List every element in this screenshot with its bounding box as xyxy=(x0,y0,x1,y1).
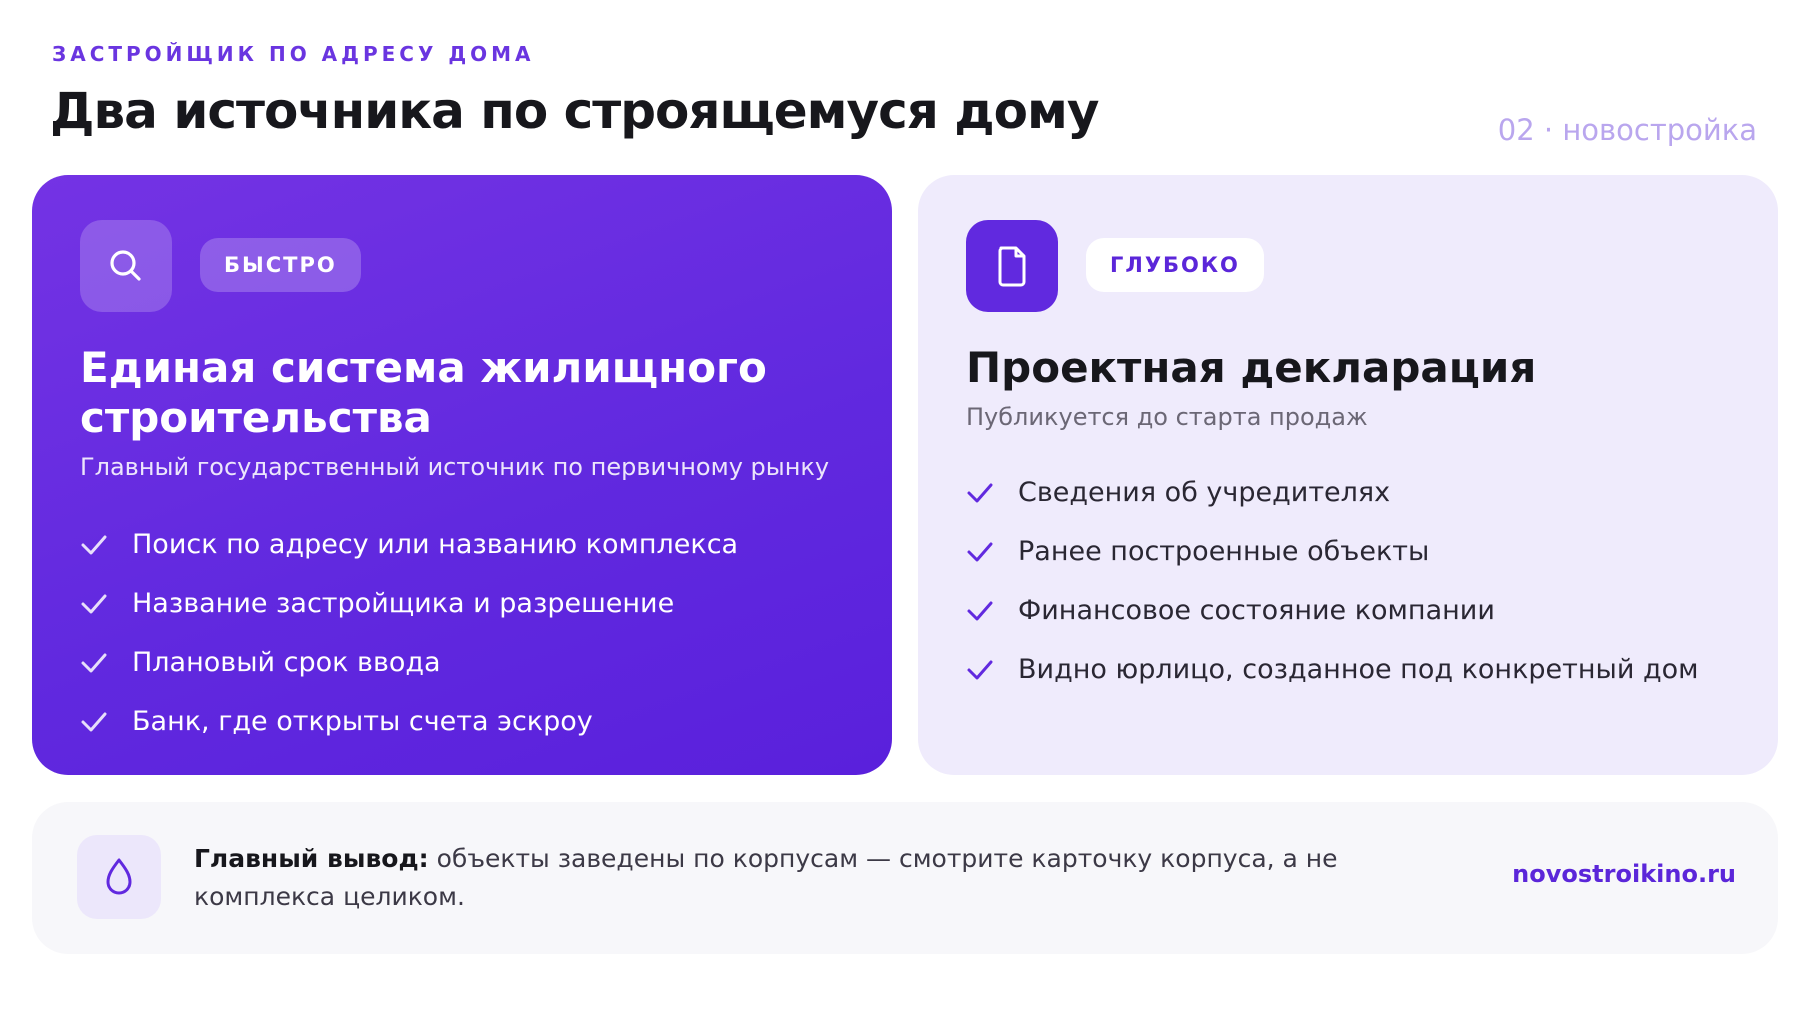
slide-meta: 02 · новостройка xyxy=(1497,113,1757,147)
page-title: Два источника по строящемуся дому xyxy=(50,82,1099,140)
drop-icon-box xyxy=(77,835,161,919)
conclusion-lead: Главный вывод: xyxy=(194,844,429,873)
card-edinaya-sistema: БЫСТРО Единая система жилищного строител… xyxy=(32,175,892,775)
check-icon xyxy=(80,530,132,560)
check-icon xyxy=(966,655,1018,685)
card-subtitle: Публикуется до старта продаж xyxy=(966,403,1368,431)
drop-icon xyxy=(106,858,132,895)
check-icon xyxy=(80,589,132,619)
feature-list: Поиск по адресу или названию комплекса Н… xyxy=(80,515,738,751)
list-item-label: Финансовое состояние компании xyxy=(1018,595,1495,626)
list-item-label: Банк, где открыты счета эскроу xyxy=(132,706,593,737)
list-item-label: Плановый срок ввода xyxy=(132,647,441,678)
eyebrow-label: ЗАСТРОЙЩИК ПО АДРЕСУ ДОМА xyxy=(52,42,535,66)
document-icon-box xyxy=(966,220,1058,312)
badge-deep: ГЛУБОКО xyxy=(1086,238,1264,292)
list-item: Банк, где открыты счета эскроу xyxy=(80,692,738,751)
list-item-label: Сведения об учредителях xyxy=(1018,477,1391,508)
site-link[interactable]: novostroikino.ru xyxy=(1512,860,1736,888)
card-proektnaya-deklaraciya: ГЛУБОКО Проектная декларация Публикуется… xyxy=(918,175,1778,775)
list-item-label: Ранее построенные объекты xyxy=(1018,536,1430,567)
check-icon xyxy=(966,596,1018,626)
search-icon xyxy=(110,250,141,281)
card-title: Проектная декларация xyxy=(966,343,1537,392)
check-icon xyxy=(966,537,1018,567)
card-title: Единая система жилищного строительства xyxy=(80,343,767,442)
list-item: Финансовое состояние компании xyxy=(966,581,1699,640)
list-item: Название застройщика и разрешение xyxy=(80,574,738,633)
list-item-label: Название застройщика и разрешение xyxy=(132,588,675,619)
list-item: Сведения об учредителях xyxy=(966,463,1699,522)
list-item: Ранее построенные объекты xyxy=(966,522,1699,581)
conclusion-banner: Главный вывод: объекты заведены по корпу… xyxy=(32,802,1778,954)
list-item: Поиск по адресу или названию комплекса xyxy=(80,515,738,574)
list-item-label: Видно юрлицо, созданное под конкретный д… xyxy=(1018,654,1699,685)
search-icon-box xyxy=(80,220,172,312)
check-icon xyxy=(80,707,132,737)
check-icon xyxy=(80,648,132,678)
document-icon xyxy=(998,246,1026,287)
slide: ЗАСТРОЙЩИК ПО АДРЕСУ ДОМА Два источника … xyxy=(0,0,1800,1012)
card-subtitle: Главный государственный источник по перв… xyxy=(80,453,830,481)
check-icon xyxy=(966,478,1018,508)
list-item-label: Поиск по адресу или названию комплекса xyxy=(132,529,739,560)
feature-list: Сведения об учредителях Ранее построенны… xyxy=(966,463,1699,699)
conclusion-text: Главный вывод: объекты заведены по корпу… xyxy=(194,840,1434,916)
list-item: Видно юрлицо, созданное под конкретный д… xyxy=(966,640,1699,699)
badge-fast: БЫСТРО xyxy=(200,238,361,292)
list-item: Плановый срок ввода xyxy=(80,633,738,692)
